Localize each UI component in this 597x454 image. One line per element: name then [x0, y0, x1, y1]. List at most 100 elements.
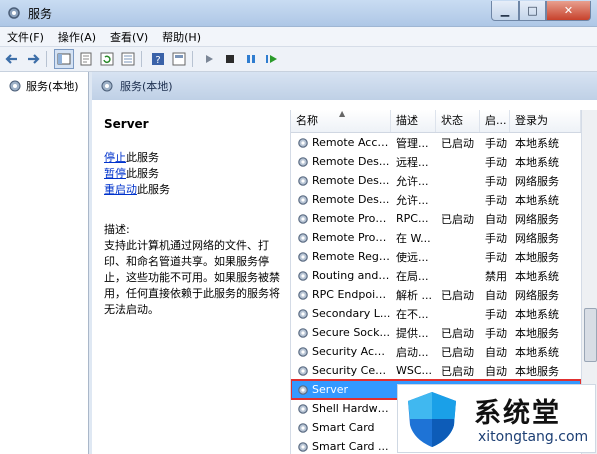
- console-tree: 服务(本地): [0, 72, 89, 454]
- pause-service-link[interactable]: 暂停: [104, 167, 126, 180]
- column-headers: ▲ 名称 描述 状态 启... 登录为: [291, 110, 581, 133]
- tree-item-label: 服务(本地): [26, 80, 79, 93]
- service-name-cell: Smart Card ...: [291, 440, 391, 453]
- service-gear-icon: [298, 365, 308, 376]
- table-row[interactable]: Remote Proc... RPC... 已启动 自动 网络服务: [291, 209, 581, 228]
- column-header-status[interactable]: 状态: [436, 110, 480, 132]
- help-button[interactable]: ?: [149, 50, 167, 68]
- service-name: Smart Card: [312, 421, 375, 434]
- close-button[interactable]: ✕: [546, 1, 591, 21]
- service-gear-icon: [298, 346, 308, 357]
- table-row[interactable]: Security Cent... WSC... 已启动 自动 本地服务: [291, 361, 581, 380]
- table-row[interactable]: Remote Proc... 在 W... 手动 网络服务: [291, 228, 581, 247]
- service-description-cell: 解析 ...: [396, 288, 432, 302]
- column-header-startup-type[interactable]: 启...: [480, 110, 510, 132]
- title-bar: 服务 ▁ □ ✕: [0, 0, 597, 27]
- table-row[interactable]: Secure Sock... 提供... 已启动 手动 本地服务: [291, 323, 581, 342]
- table-row[interactable]: Security Acco... 启动... 已启动 自动 本地系统: [291, 342, 581, 361]
- forward-button[interactable]: [24, 50, 42, 68]
- service-logon-cell: 本地系统: [515, 155, 559, 169]
- service-description-cell: 在不...: [396, 307, 429, 321]
- service-startup-cell: 手动: [485, 326, 507, 340]
- minimize-button[interactable]: ▁: [491, 1, 519, 21]
- service-description-cell: 使远...: [396, 250, 429, 264]
- tree-item-services-local[interactable]: 服务(本地): [8, 78, 79, 94]
- pane-header-label: 服务(本地): [120, 80, 173, 93]
- service-description-cell: WSC...: [396, 364, 433, 377]
- service-logon-cell: 网络服务: [515, 212, 559, 226]
- toolbar-separator: [46, 51, 47, 67]
- service-name: Remote Proc...: [312, 231, 391, 244]
- service-startup-cell: 自动: [485, 345, 507, 359]
- table-row[interactable]: Remote Acce... 管理... 已启动 手动 本地系统: [291, 133, 581, 152]
- restart-service-link[interactable]: 重启动: [104, 183, 137, 196]
- service-startup-cell: 禁用: [485, 269, 507, 283]
- scrollbar-thumb[interactable]: [584, 308, 597, 362]
- service-description-cell: 允许...: [396, 193, 429, 207]
- service-gear-icon: [298, 175, 308, 186]
- properties-sheet-icon: [80, 52, 92, 66]
- watermark-chinese-text: 系统堂: [474, 398, 561, 429]
- service-name: Shell Hardwa...: [312, 402, 391, 415]
- forward-arrow-icon: [28, 54, 40, 64]
- service-logon-cell: 本地服务: [515, 250, 559, 264]
- table-row[interactable]: Secondary L... 在不... 手动 本地系统: [291, 304, 581, 323]
- service-startup-cell: 手动: [485, 307, 507, 321]
- menu-file[interactable]: 文件(F): [0, 29, 51, 45]
- column-header-description[interactable]: 描述: [391, 110, 436, 132]
- menu-action[interactable]: 操作(A): [51, 29, 103, 45]
- column-header-logon-as[interactable]: 登录为: [510, 110, 581, 132]
- table-row[interactable]: Remote Des... 允许... 手动 网络服务: [291, 171, 581, 190]
- restart-service-button[interactable]: [263, 50, 281, 68]
- pane-header: 服务(本地): [92, 72, 597, 100]
- service-name: Remote Regi...: [312, 250, 391, 263]
- service-name: Secure Sock...: [312, 326, 390, 339]
- shield-logo-icon: [408, 392, 456, 447]
- service-gear-icon: [298, 308, 308, 319]
- service-description-cell: RPC...: [396, 212, 429, 225]
- export-list-button[interactable]: [119, 50, 137, 68]
- table-row[interactable]: Remote Des... 允许... 手动 本地系统: [291, 190, 581, 209]
- service-logon-cell: 本地系统: [515, 269, 559, 283]
- start-service-button[interactable]: [200, 50, 218, 68]
- window-title: 服务: [28, 7, 53, 21]
- service-startup-cell: 手动: [485, 155, 507, 169]
- table-row[interactable]: Routing and ... 在局... 禁用 本地系统: [291, 266, 581, 285]
- description-label: 描述:: [104, 223, 130, 236]
- menu-view[interactable]: 查看(V): [103, 29, 155, 45]
- stop-service-button[interactable]: [221, 50, 239, 68]
- column-label: 名称: [296, 114, 318, 127]
- service-description-cell: 管理...: [396, 136, 429, 150]
- toolbar-separator: [141, 51, 142, 67]
- description-text: 支持此计算机通过网络的文件、打印、和命名管道共享。如果服务停止，这些功能不可用。…: [104, 239, 280, 316]
- site-watermark: 系统堂 xitongtang.com: [397, 384, 596, 453]
- maximize-button[interactable]: □: [519, 1, 546, 21]
- service-name-cell: Secure Sock...: [291, 326, 391, 339]
- action-suffix: 此服务: [126, 167, 159, 180]
- table-row[interactable]: Remote Des... 远程... 手动 本地系统: [291, 152, 581, 171]
- service-name-cell: Server: [291, 383, 391, 396]
- service-name-cell: Remote Proc...: [291, 231, 391, 244]
- service-status-cell: 已启动: [441, 136, 474, 150]
- service-gear-icon: [298, 289, 308, 300]
- service-startup-cell: 手动: [485, 193, 507, 207]
- service-gear-icon: [298, 270, 308, 281]
- column-header-name[interactable]: ▲ 名称: [291, 110, 391, 132]
- service-name-cell: Remote Des...: [291, 155, 391, 168]
- service-status-cell: 已启动: [441, 364, 474, 378]
- menu-help[interactable]: 帮助(H): [155, 29, 208, 45]
- service-gear-icon: [298, 422, 308, 433]
- stop-service-link[interactable]: 停止: [104, 151, 126, 164]
- pause-service-button[interactable]: [242, 50, 260, 68]
- properties-button[interactable]: [77, 50, 95, 68]
- refresh-button[interactable]: [98, 50, 116, 68]
- service-logon-cell: 网络服务: [515, 288, 559, 302]
- table-row[interactable]: Remote Regi... 使远... 手动 本地服务: [291, 247, 581, 266]
- service-name: Secondary L...: [312, 307, 391, 320]
- show-hide-tree-button[interactable]: [54, 49, 74, 69]
- service-gear-icon: [298, 213, 308, 224]
- view-button[interactable]: [170, 50, 188, 68]
- service-name-cell: Security Cent...: [291, 364, 391, 377]
- table-row[interactable]: RPC Endpoin... 解析 ... 已启动 自动 网络服务: [291, 285, 581, 304]
- back-button[interactable]: [3, 50, 21, 68]
